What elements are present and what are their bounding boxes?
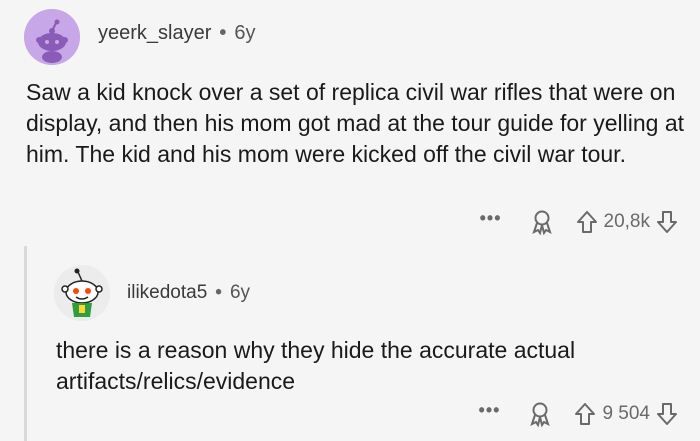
- separator-dot: •: [215, 282, 222, 303]
- downvote-arrow-icon[interactable]: [656, 402, 678, 426]
- comment-actions: ••• 9 504: [479, 400, 678, 427]
- upvote-arrow-icon[interactable]: [574, 402, 596, 426]
- avatar[interactable]: [54, 265, 110, 321]
- comment-age: 6y: [229, 282, 251, 303]
- comment-body: Saw a kid knock over a set of replica ci…: [26, 79, 685, 167]
- comment-body: there is a reason why they hide the accu…: [56, 337, 576, 394]
- award-icon[interactable]: [528, 401, 552, 427]
- upvote-arrow-icon[interactable]: [576, 210, 598, 234]
- more-options-button[interactable]: •••: [479, 400, 501, 421]
- username[interactable]: ilikedota5: [127, 282, 207, 304]
- downvote-arrow-icon[interactable]: [656, 210, 678, 234]
- more-options-button[interactable]: •••: [480, 208, 502, 229]
- thread-line[interactable]: [24, 246, 27, 441]
- comment-age: 6y: [234, 22, 256, 44]
- avatar[interactable]: [24, 9, 80, 65]
- snoo-avatar-icon: [24, 9, 80, 65]
- comment-header: ilikedota5 • 6y: [127, 282, 250, 304]
- vote-score: 9 504: [602, 403, 650, 424]
- award-icon[interactable]: [530, 209, 554, 235]
- snoo-avatar-icon: [54, 265, 110, 321]
- vote-score: 20,8k: [603, 211, 650, 232]
- comment-actions: ••• 20,8k: [480, 208, 678, 235]
- username[interactable]: yeerk_slayer: [98, 22, 211, 45]
- comment-header: yeerk_slayer • 6y: [98, 22, 256, 45]
- separator-dot: •: [219, 22, 227, 44]
